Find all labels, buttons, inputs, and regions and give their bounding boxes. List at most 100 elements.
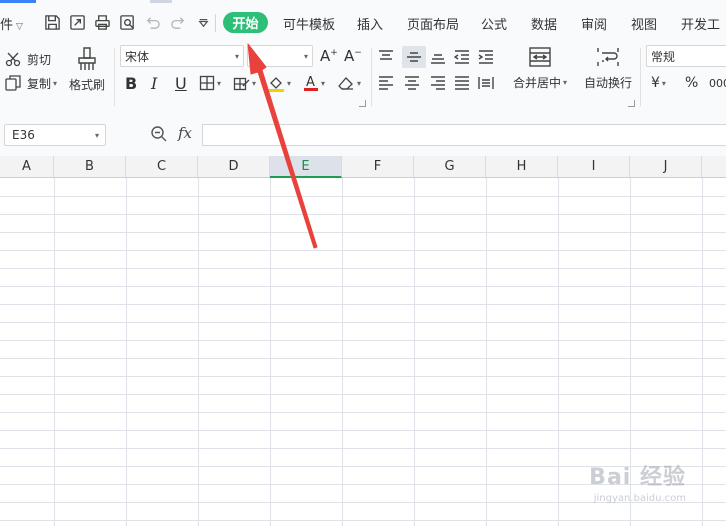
- font-group-launcher-icon[interactable]: [359, 100, 366, 107]
- thousands-separator-button[interactable]: 000: [709, 72, 726, 94]
- insert-function-button[interactable]: fx: [178, 124, 192, 142]
- column-header-h[interactable]: H: [486, 156, 558, 178]
- wrap-text-button[interactable]: 自动换行: [580, 46, 636, 96]
- bold-icon: B: [125, 73, 138, 93]
- clear-button[interactable]: ▾: [337, 72, 361, 94]
- copy-button[interactable]: 复制 ▾: [4, 72, 57, 94]
- chevron-down-icon: ▾: [303, 51, 308, 61]
- indent-icon: [478, 50, 494, 64]
- decrease-font-size-button[interactable]: A−: [344, 46, 362, 66]
- eraser-icon: [337, 75, 355, 91]
- scissors-icon: [4, 50, 22, 68]
- align-middle-button[interactable]: [402, 46, 426, 68]
- export-icon[interactable]: [67, 12, 87, 32]
- align-bottom-button[interactable]: [430, 46, 450, 68]
- number-format-select[interactable]: 常规 ▾: [646, 45, 726, 67]
- row-gridline: [0, 232, 726, 233]
- column-header-j[interactable]: J: [630, 156, 702, 178]
- align-left-icon: [378, 76, 394, 90]
- align-right-button[interactable]: [430, 72, 450, 94]
- percent-symbol: %: [685, 75, 699, 91]
- align-center-button[interactable]: [404, 72, 424, 94]
- font-color-button[interactable]: A ▾: [303, 72, 325, 94]
- column-header-g[interactable]: G: [414, 156, 486, 178]
- distributed-align-icon: [478, 76, 494, 90]
- column-header-c[interactable]: C: [126, 156, 198, 178]
- distribute-button[interactable]: [478, 72, 498, 94]
- row-gridline: [0, 448, 726, 449]
- chevron-down-icon: ▾: [287, 78, 292, 88]
- column-header-d[interactable]: D: [198, 156, 270, 178]
- cut-button[interactable]: 剪切: [4, 48, 51, 70]
- zoom-search-icon[interactable]: [150, 125, 170, 145]
- print-preview-icon[interactable]: [117, 12, 137, 32]
- ribbon-divider: [371, 48, 372, 106]
- paint-bucket-icon: [267, 74, 285, 92]
- file-menu[interactable]: 件 ▽: [0, 14, 23, 33]
- cell-style-button[interactable]: ▾: [233, 72, 256, 94]
- watermark-logo: Bai 经验: [589, 465, 686, 490]
- tab-data[interactable]: 数据: [531, 14, 557, 33]
- column-header-label: E: [301, 158, 310, 174]
- column-header-k[interactable]: [702, 156, 726, 178]
- align-left-button[interactable]: [378, 72, 398, 94]
- baidu-watermark: Bai 经验 jingyan.baidu.com: [589, 459, 686, 504]
- column-header-f[interactable]: F: [342, 156, 414, 178]
- row-gridline: [0, 214, 726, 215]
- tab-templates[interactable]: 可牛模板: [283, 14, 335, 33]
- currency-format-button[interactable]: ¥ ▾: [651, 72, 666, 94]
- increase-font-size-button[interactable]: A+: [320, 46, 338, 66]
- tab-formulas-label: 公式: [481, 18, 508, 33]
- alignment-group-launcher-icon[interactable]: [628, 100, 635, 107]
- format-painter-label: 格式刷: [68, 78, 105, 92]
- bold-button[interactable]: B: [125, 72, 137, 94]
- print-icon[interactable]: [92, 12, 112, 32]
- formula-input[interactable]: [202, 124, 726, 146]
- save-icon[interactable]: [42, 12, 62, 32]
- justify-button[interactable]: [454, 72, 474, 94]
- row-gridline: [0, 268, 726, 269]
- column-header-i[interactable]: I: [558, 156, 630, 178]
- redo-icon[interactable]: [168, 12, 188, 32]
- percent-format-button[interactable]: %: [685, 72, 698, 94]
- column-header-a[interactable]: A: [0, 156, 54, 178]
- column-header-b[interactable]: B: [54, 156, 126, 178]
- underline-button[interactable]: U: [175, 72, 187, 94]
- align-middle-icon: [406, 50, 422, 64]
- row-gridline: [0, 196, 726, 197]
- tab-home[interactable]: 开始: [223, 12, 268, 33]
- borders-button[interactable]: ▾: [199, 72, 221, 94]
- undo-icon[interactable]: [142, 12, 162, 32]
- column-gridline: [342, 178, 343, 526]
- fill-color-button[interactable]: ▾: [267, 72, 291, 94]
- format-painter-button[interactable]: 格式刷: [67, 46, 107, 96]
- tab-review[interactable]: 审阅: [581, 14, 607, 33]
- svg-text:A: A: [306, 75, 315, 90]
- tab-view[interactable]: 视图: [631, 14, 657, 33]
- name-box[interactable]: E36 ▾: [4, 124, 106, 146]
- tab-review-label: 审阅: [581, 18, 608, 33]
- wrap-text-icon: [596, 46, 620, 68]
- chevron-down-icon: ▾: [563, 78, 568, 87]
- font-size-select[interactable]: ▾: [247, 45, 313, 67]
- customize-toolbar-icon[interactable]: [193, 12, 213, 32]
- merge-center-button[interactable]: 合并居中 ▾: [510, 46, 570, 96]
- italic-button[interactable]: I: [151, 72, 157, 94]
- increase-indent-button[interactable]: [478, 46, 498, 68]
- row-gridline: [0, 250, 726, 251]
- column-header-label: I: [591, 159, 596, 174]
- tab-developer[interactable]: 开发工: [681, 14, 720, 33]
- column-header-label: A: [22, 159, 31, 174]
- font-color-icon: A: [303, 74, 319, 92]
- decrease-indent-button[interactable]: [454, 46, 474, 68]
- tab-insert[interactable]: 插入: [357, 14, 383, 33]
- font-name-value: 宋体: [125, 49, 150, 64]
- align-right-icon: [430, 76, 446, 90]
- align-top-button[interactable]: [378, 46, 398, 68]
- italic-icon: I: [151, 73, 158, 93]
- column-header-label: F: [373, 159, 382, 174]
- tab-page-layout[interactable]: 页面布局: [407, 14, 459, 33]
- tab-formulas[interactable]: 公式: [481, 14, 507, 33]
- font-name-select[interactable]: 宋体 ▾: [120, 45, 244, 67]
- column-header-e[interactable]: E: [270, 156, 342, 178]
